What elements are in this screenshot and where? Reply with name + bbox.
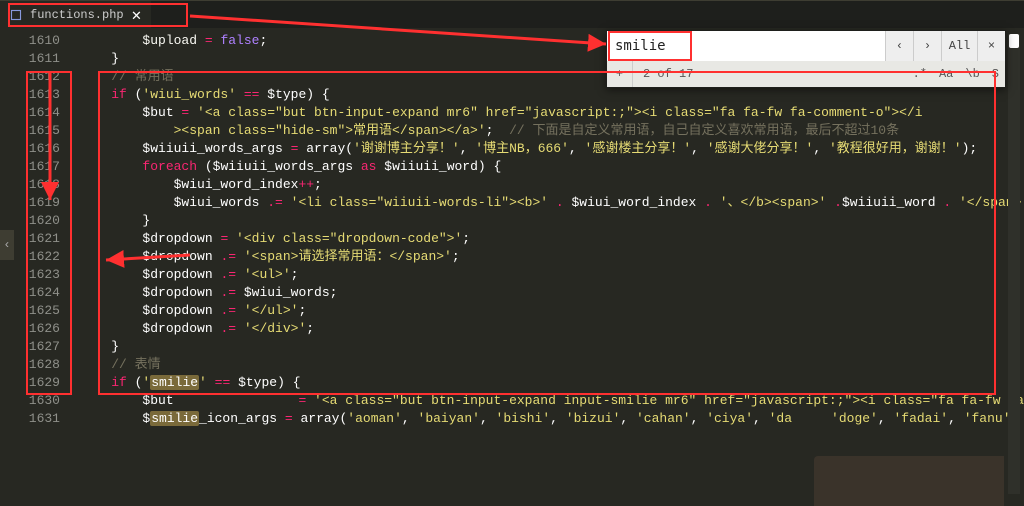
line-number: 1614 (4, 104, 60, 122)
search-close-button[interactable]: × (977, 31, 1005, 61)
chevron-left-icon: ‹ (3, 238, 10, 252)
line-number: 1618 (4, 176, 60, 194)
search-opt-regex[interactable]: .* (907, 67, 933, 81)
line-number: 1616 (4, 140, 60, 158)
search-input[interactable] (607, 31, 885, 61)
search-result-count: 2 of 17 (633, 67, 907, 81)
code-line[interactable]: $but = '<a class="but btn-input-expand m… (80, 104, 1016, 122)
search-opt-case[interactable]: Aa (933, 67, 959, 81)
code-line[interactable]: $but = '<a class="but btn-input-expand i… (80, 392, 1016, 410)
code-line[interactable]: $dropdown .= $wiui_words; (80, 284, 1016, 302)
line-number: 1610 (4, 32, 60, 50)
vertical-scrollbar[interactable] (1008, 34, 1020, 494)
line-number: 1617 (4, 158, 60, 176)
search-expand-button[interactable]: + (607, 61, 633, 87)
code-line[interactable]: $dropdown .= '<ul>'; (80, 266, 1016, 284)
line-number: 1630 (4, 392, 60, 410)
file-tab[interactable]: functions.php ✕ (0, 1, 152, 28)
code-line[interactable]: $dropdown .= '</ul>'; (80, 302, 1016, 320)
search-row-options: + 2 of 17 .* Aa \b S (607, 61, 1005, 87)
search-panel: ‹ › All × + 2 of 17 .* Aa \b S (606, 30, 1006, 88)
code-line[interactable]: $dropdown .= '</div>'; (80, 320, 1016, 338)
code-line[interactable]: $wiui_words .= '<li class="wiiuii-words-… (80, 194, 1016, 212)
line-number: 1611 (4, 50, 60, 68)
line-number: 1624 (4, 284, 60, 302)
line-number: 1612 (4, 68, 60, 86)
close-icon[interactable]: ✕ (132, 5, 142, 25)
search-prev-button[interactable]: ‹ (885, 31, 913, 61)
code-view[interactable]: $upload = false; } // 常用语 if ('wiui_word… (72, 28, 1024, 506)
code-line[interactable]: $dropdown = '<div class="dropdown-code">… (80, 230, 1016, 248)
line-number: 1613 (4, 86, 60, 104)
code-line[interactable]: if ('smilie' == $type) { (80, 374, 1016, 392)
code-line[interactable]: $smilie_icon_args = array('aoman', 'baiy… (80, 410, 1016, 428)
code-line[interactable]: $wiiuii_words_args = array('谢谢博主分享！', '博… (80, 140, 1016, 158)
code-line[interactable]: foreach ($wiiuii_words_args as $wiiuii_w… (80, 158, 1016, 176)
search-opt-sel[interactable]: S (986, 67, 1005, 81)
line-number: 1615 (4, 122, 60, 140)
code-line[interactable]: } (80, 338, 1016, 356)
php-file-icon (10, 9, 22, 21)
editor: 1610161116121613161416151616161716181619… (0, 28, 1024, 506)
line-number: 1619 (4, 194, 60, 212)
code-line[interactable]: // 表情 (80, 356, 1016, 374)
sidebar-collapse-button[interactable]: ‹ (0, 230, 14, 260)
tab-bar: functions.php ✕ (0, 0, 1024, 28)
search-opt-word[interactable]: \b (959, 67, 985, 81)
code-line[interactable]: ><span class="hide-sm">常用语</span></a>'; … (80, 122, 1016, 140)
line-number: 1623 (4, 266, 60, 284)
line-number-gutter: 1610161116121613161416151616161716181619… (0, 28, 72, 506)
tab-filename: functions.php (30, 8, 124, 22)
line-number: 1629 (4, 374, 60, 392)
line-number: 1631 (4, 410, 60, 428)
search-row-main: ‹ › All × (607, 31, 1005, 61)
line-number: 1628 (4, 356, 60, 374)
line-number: 1627 (4, 338, 60, 356)
search-all-button[interactable]: All (941, 31, 977, 61)
code-line[interactable]: $dropdown .= '<span>请选择常用语：</span>'; (80, 248, 1016, 266)
image-overlay-thumbnail (814, 456, 1004, 506)
line-number: 1625 (4, 302, 60, 320)
line-number: 1620 (4, 212, 60, 230)
code-line[interactable]: $wiui_word_index++; (80, 176, 1016, 194)
code-line[interactable]: if ('wiui_words' == $type) { (80, 86, 1016, 104)
search-next-button[interactable]: › (913, 31, 941, 61)
code-line[interactable]: } (80, 212, 1016, 230)
scrollbar-thumb[interactable] (1009, 34, 1019, 48)
line-number: 1626 (4, 320, 60, 338)
